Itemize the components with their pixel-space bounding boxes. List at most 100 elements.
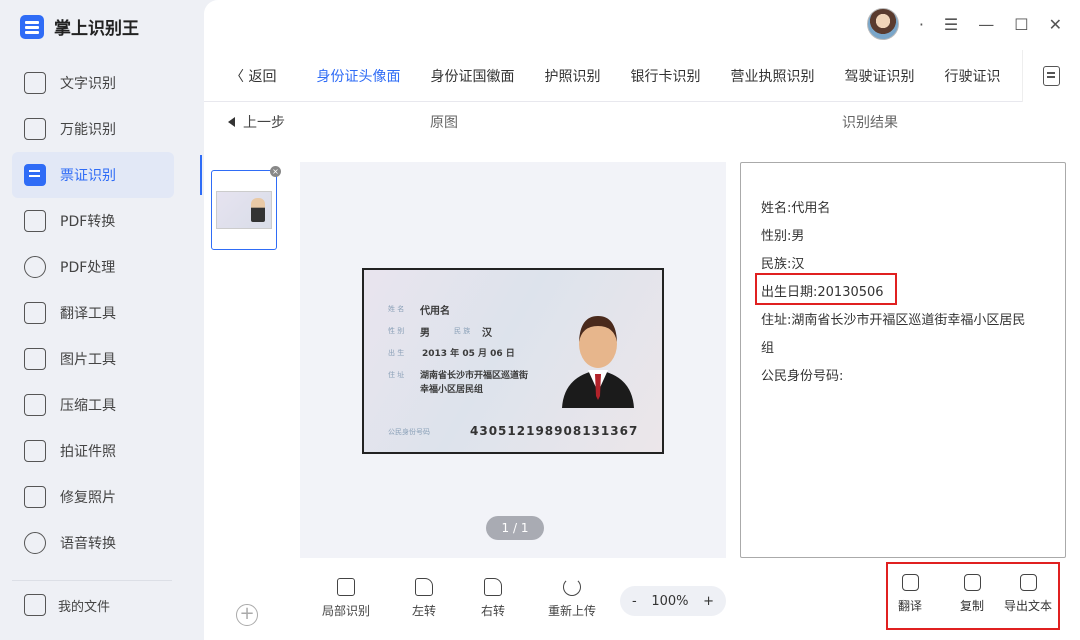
card-id-number: 430512198908131367 bbox=[470, 424, 639, 438]
back-button[interactable]: 〈 返回 bbox=[230, 66, 276, 86]
app-logo-icon bbox=[20, 14, 44, 39]
partial-recognition-label: 局部识别 bbox=[322, 604, 371, 618]
sidebar-item-label: 图片工具 bbox=[60, 352, 116, 368]
sidebar-item-label: 文字识别 bbox=[60, 76, 116, 92]
reupload-button[interactable]: 重新上传 bbox=[548, 578, 596, 619]
sidebar-item-pdf-convert[interactable]: PDF转换 bbox=[12, 198, 174, 244]
sidebar-item-translate-tool[interactable]: 翻译工具 bbox=[12, 290, 174, 336]
tab-id-back[interactable]: 身份证国徽面 bbox=[430, 66, 514, 86]
tab-id-front[interactable]: 身份证头像面 bbox=[316, 66, 400, 86]
image-tool-icon bbox=[24, 348, 46, 370]
card-address-line2: 幸福小区居民组 bbox=[420, 385, 484, 395]
tab-bank-card[interactable]: 银行卡识别 bbox=[630, 66, 700, 86]
zoom-in-button[interactable]: + bbox=[703, 594, 714, 609]
page-thumbnail[interactable]: × bbox=[211, 166, 281, 250]
tab-business-license[interactable]: 营业执照识别 bbox=[730, 66, 814, 86]
crop-scan-icon bbox=[337, 578, 355, 596]
result-line-id-number: 公民身份号码: bbox=[761, 369, 844, 384]
result-line-sex: 性别:男 bbox=[761, 229, 805, 244]
card-address-line1: 湖南省长沙市开福区巡道街 bbox=[420, 371, 529, 381]
voice-convert-icon bbox=[24, 532, 46, 554]
window-controls: · ☰ — ☐ ✕ bbox=[866, 8, 1062, 40]
result-line-name: 姓名:代用名 bbox=[761, 201, 831, 216]
card-sex-label: 性 别 bbox=[388, 327, 405, 335]
rotate-left-button[interactable]: 左转 bbox=[412, 578, 436, 619]
tab-bar: 〈 返回 身份证头像面 身份证国徽面 护照识别 银行卡识别 营业执照识别 驾驶证… bbox=[204, 50, 1080, 102]
active-indicator bbox=[200, 155, 202, 195]
sidebar-item-repair-photo[interactable]: 修复照片 bbox=[12, 474, 174, 520]
user-avatar[interactable] bbox=[866, 8, 899, 40]
document-list-icon bbox=[1043, 66, 1060, 86]
repair-photo-icon bbox=[24, 486, 46, 508]
card-sex: 男 bbox=[420, 328, 430, 339]
remove-thumbnail-icon[interactable]: × bbox=[270, 166, 281, 177]
translate-label: 翻译 bbox=[898, 599, 923, 613]
id-photo-icon bbox=[24, 440, 46, 462]
translate-icon bbox=[901, 574, 919, 591]
thumbnail-image bbox=[216, 191, 272, 229]
sidebar-item-universal-recognition[interactable]: 万能识别 bbox=[12, 106, 174, 152]
pdf-convert-icon bbox=[24, 210, 46, 232]
copy-label: 复制 bbox=[960, 599, 985, 613]
copy-icon bbox=[963, 574, 981, 591]
sidebar-item-label: 我的文件 bbox=[58, 599, 111, 615]
sidebar-item-label: 压缩工具 bbox=[60, 398, 116, 414]
zoom-out-button[interactable]: - bbox=[632, 594, 637, 609]
rotate-left-icon bbox=[415, 578, 433, 596]
result-label: 识别结果 bbox=[842, 115, 898, 131]
maximize-icon[interactable]: ☐ bbox=[1014, 15, 1028, 34]
translate-tool-icon bbox=[24, 302, 46, 324]
prev-step-button[interactable]: 上一步 bbox=[228, 112, 285, 132]
translate-button[interactable]: 翻译 bbox=[898, 574, 922, 614]
sidebar-item-compress-tool[interactable]: 压缩工具 bbox=[12, 382, 174, 428]
compress-tool-icon bbox=[24, 394, 46, 416]
sidebar-item-label: 修复照片 bbox=[60, 490, 116, 506]
sidebar-item-certificate-recognition[interactable]: 票证识别 bbox=[12, 152, 174, 198]
zoom-level: 100% bbox=[651, 593, 689, 609]
menu-icon[interactable]: ☰ bbox=[944, 15, 958, 34]
add-image-button[interactable]: + bbox=[236, 604, 258, 626]
page-indicator: 1 / 1 bbox=[486, 516, 544, 540]
card-name-label: 姓 名 bbox=[388, 305, 405, 313]
sidebar-item-my-files[interactable]: 我的文件 bbox=[24, 594, 110, 616]
reupload-label: 重新上传 bbox=[548, 604, 597, 618]
rotate-right-label: 右转 bbox=[481, 604, 506, 618]
app-title: 掌上识别王 bbox=[54, 19, 139, 39]
app-window: 掌上识别王 文字识别 万能识别 票证识别 PDF转换 PDF处理 翻译工具 图片… bbox=[0, 0, 1080, 640]
card-nation-label: 民 族 bbox=[454, 327, 471, 335]
card-birth: 2013 年 05 月 06 日 bbox=[422, 349, 515, 359]
brand: 掌上识别王 bbox=[20, 14, 139, 39]
sidebar: 掌上识别王 文字识别 万能识别 票证识别 PDF转换 PDF处理 翻译工具 图片… bbox=[0, 0, 200, 640]
sidebar-item-label: PDF处理 bbox=[60, 260, 116, 276]
sidebar-item-image-tool[interactable]: 图片工具 bbox=[12, 336, 174, 382]
result-actions: 翻译 复制 导出文本 bbox=[886, 562, 1060, 630]
export-text-button[interactable]: 导出文本 bbox=[1004, 574, 1052, 614]
rotate-right-button[interactable]: 右转 bbox=[481, 578, 505, 619]
sidebar-item-label: 票证识别 bbox=[60, 168, 116, 184]
sidebar-item-text-recognition[interactable]: 文字识别 bbox=[12, 60, 174, 106]
sidebar-item-id-photo[interactable]: 拍证件照 bbox=[12, 428, 174, 474]
original-label: 原图 bbox=[430, 115, 458, 131]
main-panel: · ☰ — ☐ ✕ 〈 返回 身份证头像面 身份证国徽面 护照识别 银行卡识别 … bbox=[204, 0, 1080, 640]
minimize-icon[interactable]: — bbox=[978, 15, 994, 34]
partial-recognition-button[interactable]: 局部识别 bbox=[322, 578, 370, 619]
tab-driver-license[interactable]: 驾驶证识别 bbox=[844, 66, 914, 86]
menu-dot-icon: · bbox=[918, 14, 924, 34]
card-nation: 汉 bbox=[482, 328, 492, 339]
sidebar-item-voice-convert[interactable]: 语音转换 bbox=[12, 520, 174, 566]
copy-button[interactable]: 复制 bbox=[960, 574, 984, 614]
id-card-image: 姓 名 代用名 性 别 男 民 族 汉 出 生 2013 年 05 月 06 日… bbox=[362, 268, 664, 454]
tab-list-button[interactable] bbox=[1022, 50, 1080, 102]
close-icon[interactable]: ✕ bbox=[1049, 15, 1062, 34]
tab-vehicle-license[interactable]: 行驶证识 bbox=[944, 66, 1000, 86]
sidebar-item-label: 语音转换 bbox=[60, 536, 116, 552]
portrait-image bbox=[562, 316, 634, 408]
sidebar-item-pdf-process[interactable]: PDF处理 bbox=[12, 244, 174, 290]
prev-step-label: 上一步 bbox=[243, 115, 285, 131]
tab-passport[interactable]: 护照识别 bbox=[544, 66, 600, 86]
result-panel[interactable]: 姓名:代用名 性别:男 民族:汉 出生日期:20130506 住址:湖南省长沙市… bbox=[740, 162, 1066, 558]
reupload-icon bbox=[563, 578, 581, 596]
card-addr-label: 住 址 bbox=[388, 371, 405, 379]
pdf-process-icon bbox=[24, 256, 46, 278]
export-icon bbox=[1019, 574, 1037, 591]
